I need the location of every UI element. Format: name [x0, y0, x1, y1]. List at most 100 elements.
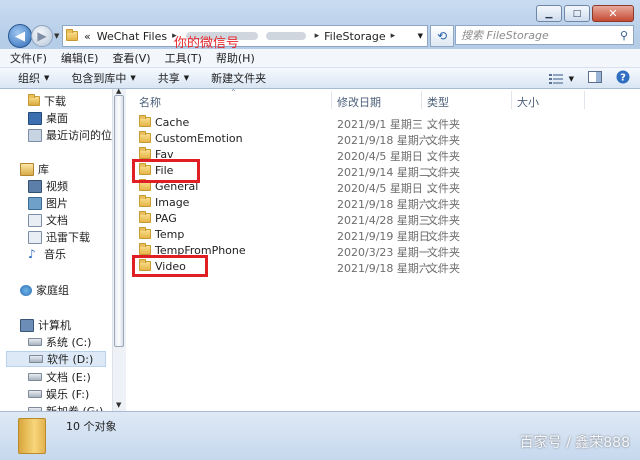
sort-ascending-icon: ⌃ — [230, 88, 237, 97]
column-divider[interactable] — [584, 91, 585, 109]
nav-item-thunder[interactable]: 迅雷下载 — [28, 229, 90, 245]
address-overflow[interactable]: « — [84, 30, 91, 43]
breadcrumb-separator-icon[interactable]: ▸ — [315, 31, 320, 41]
organize-button[interactable]: 组织 ▼ — [18, 70, 49, 86]
nav-item-drive-f[interactable]: 娱乐 (F:) — [28, 386, 89, 402]
nav-item-computer[interactable]: 计算机 — [20, 317, 71, 333]
list-item[interactable]: Fav 2020/4/5 星期日 ... 文件夹 — [126, 147, 626, 163]
download-folder-icon — [28, 94, 40, 106]
nav-item-homegroup[interactable]: 家庭组 — [20, 282, 69, 298]
list-item[interactable]: Temp 2021/9/19 星期日 ... 文件夹 — [126, 227, 626, 243]
breadcrumb-wechat-files[interactable]: WeChat Files — [97, 30, 167, 43]
nav-label: 家庭组 — [36, 284, 69, 297]
list-item[interactable]: File 2021/9/14 星期二 ... 文件夹 — [126, 163, 626, 179]
nav-label: 迅雷下载 — [46, 231, 90, 244]
file-type: 文件夹 — [427, 230, 460, 243]
chevron-down-icon: ▼ — [183, 74, 190, 82]
preview-pane-icon[interactable] — [588, 71, 602, 86]
nav-item-drive-g[interactable]: 新加卷 (G:) — [28, 403, 103, 411]
nav-item-libraries[interactable]: 库 — [20, 161, 49, 177]
list-item[interactable]: Cache 2021/9/1 星期三 ... 文件夹 — [126, 115, 626, 131]
list-item[interactable]: CustomEmotion 2021/9/18 星期六 ... 文件夹 — [126, 131, 626, 147]
menu-view[interactable]: 查看(V) — [112, 50, 150, 66]
nav-label: 库 — [38, 163, 49, 176]
view-options-icon[interactable]: ▼ — [548, 73, 574, 85]
folder-icon — [139, 115, 151, 127]
desktop-icon — [28, 111, 42, 125]
column-divider[interactable] — [331, 91, 332, 109]
file-type: 文件夹 — [427, 246, 460, 259]
scroll-up-icon[interactable]: ▲ — [116, 87, 121, 95]
menu-file[interactable]: 文件(F) — [10, 50, 47, 66]
file-date: 2020/4/5 星期日 ... — [337, 150, 437, 163]
file-type: 文件夹 — [427, 134, 460, 147]
breadcrumb-separator-icon[interactable]: ▸ — [391, 31, 396, 41]
include-in-library-button[interactable]: 包含到库中 ▼ — [71, 70, 135, 86]
new-folder-button[interactable]: 新建文件夹 — [211, 70, 266, 86]
refresh-button[interactable]: ⟲ — [430, 25, 454, 47]
column-type[interactable]: 类型 — [427, 94, 449, 110]
nav-item-desktop[interactable]: 桌面 — [28, 110, 68, 126]
column-divider[interactable] — [511, 91, 512, 109]
drive-c-icon — [28, 338, 42, 346]
command-bar: 组织 ▼ 包含到库中 ▼ 共享 ▼ 新建文件夹 ▼ ? — [0, 68, 640, 89]
forward-button[interactable]: ▶ — [31, 25, 53, 47]
nav-item-documents[interactable]: 文档 — [28, 212, 68, 228]
nav-item-videos[interactable]: 视频 — [28, 178, 68, 194]
column-divider[interactable] — [421, 91, 422, 109]
recent-pages-dropdown[interactable]: ▼ — [54, 32, 59, 40]
nav-item-recent[interactable]: 最近访问的位置 — [28, 127, 112, 143]
column-date[interactable]: 修改日期 — [337, 94, 381, 110]
scroll-down-icon[interactable]: ▼ — [116, 401, 121, 409]
file-type: 文件夹 — [427, 198, 460, 211]
search-input[interactable]: 搜索 FileStorage ⚲ — [455, 25, 634, 45]
menu-tools[interactable]: 工具(T) — [165, 50, 202, 66]
file-name: CustomEmotion — [155, 132, 243, 145]
nav-label: 视频 — [46, 180, 68, 193]
nav-item-downloads[interactable]: 下载 — [28, 93, 66, 109]
navigation-pane: 下载 桌面 最近访问的位置 库 视频 图片 文档 迅雷下载 ♪ 音乐 家庭组 计算… — [0, 89, 112, 411]
help-icon[interactable]: ? — [616, 70, 630, 87]
back-button[interactable]: ◀ — [8, 24, 32, 48]
nav-item-drive-d[interactable]: 软件 (D:) — [6, 351, 106, 367]
file-list: ⌃ 名称 修改日期 类型 大小 Cache 2021/9/1 星期三 ... 文件夹… — [126, 88, 640, 411]
drive-e-icon — [28, 373, 42, 381]
column-size[interactable]: 大小 — [517, 94, 539, 110]
folder-icon — [139, 131, 151, 143]
nav-item-music[interactable]: ♪ 音乐 — [28, 246, 66, 262]
column-name[interactable]: 名称 — [139, 94, 161, 110]
nav-item-pictures[interactable]: 图片 — [28, 195, 68, 211]
nav-item-drive-c[interactable]: 系统 (C:) — [28, 334, 91, 350]
folder-icon — [66, 29, 78, 41]
scrollbar-thumb[interactable] — [114, 95, 124, 347]
address-dropdown-icon[interactable]: ▼ — [418, 32, 423, 40]
nav-label: 桌面 — [46, 112, 68, 125]
file-date: 2020/4/5 星期日 ... — [337, 182, 437, 195]
address-bar[interactable]: « WeChat Files ▸ ▸ FileStorage ▸ ▼ — [62, 25, 428, 47]
list-item[interactable]: General 2020/4/5 星期日 ... 文件夹 — [126, 179, 626, 195]
organize-label: 组织 — [18, 72, 40, 85]
file-date: 2021/9/1 星期三 ... — [337, 118, 437, 131]
nav-item-drive-e[interactable]: 文档 (E:) — [28, 369, 91, 385]
file-type: 文件夹 — [427, 182, 460, 195]
column-header: ⌃ 名称 修改日期 类型 大小 — [126, 88, 640, 111]
chevron-down-icon: ▼ — [130, 74, 136, 82]
include-label: 包含到库中 — [71, 72, 127, 85]
large-folder-icon — [18, 418, 46, 454]
menu-edit[interactable]: 编辑(E) — [61, 50, 99, 66]
file-type: 文件夹 — [427, 214, 460, 227]
list-item[interactable]: Image 2021/9/18 星期六 ... 文件夹 — [126, 195, 626, 211]
nav-label: 计算机 — [38, 319, 71, 332]
list-item[interactable]: PAG 2021/4/28 星期三 ... 文件夹 — [126, 211, 626, 227]
recent-places-icon — [28, 128, 42, 142]
file-type: 文件夹 — [427, 166, 460, 179]
status-bar: 10 个对象 百家号 / 鑫荣888 — [0, 411, 640, 460]
menu-help[interactable]: 帮助(H) — [216, 50, 255, 66]
file-name: Cache — [155, 116, 190, 129]
share-button[interactable]: 共享 ▼ — [158, 70, 189, 86]
folder-icon — [139, 243, 151, 255]
nav-scrollbar[interactable]: ▲ ▼ — [112, 87, 126, 411]
folder-icon — [139, 227, 151, 239]
folder-icon — [139, 147, 151, 159]
breadcrumb-filestorage[interactable]: FileStorage — [324, 30, 385, 43]
